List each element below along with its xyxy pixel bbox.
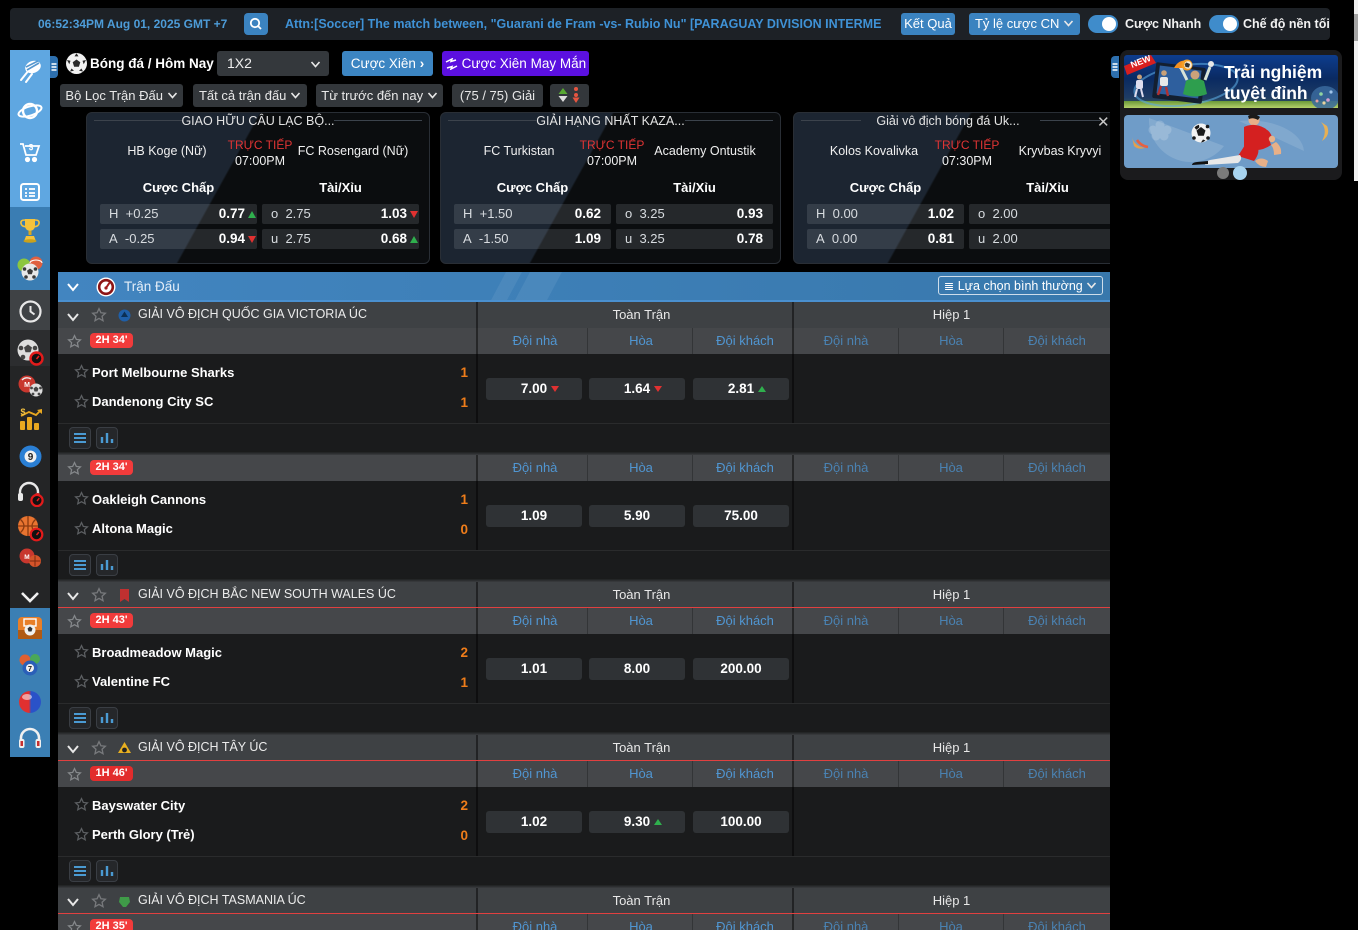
svg-text:M: M [24, 554, 29, 561]
svg-text:M: M [24, 382, 30, 389]
svg-text:$: $ [29, 143, 34, 152]
svg-text:$: $ [20, 408, 25, 417]
svg-text:7: 7 [28, 664, 32, 673]
svg-text:tuyệt đỉnh: tuyệt đỉnh [1224, 83, 1308, 103]
svg-text:9: 9 [27, 452, 33, 463]
svg-text:Trải nghiệm: Trải nghiệm [1224, 62, 1322, 82]
